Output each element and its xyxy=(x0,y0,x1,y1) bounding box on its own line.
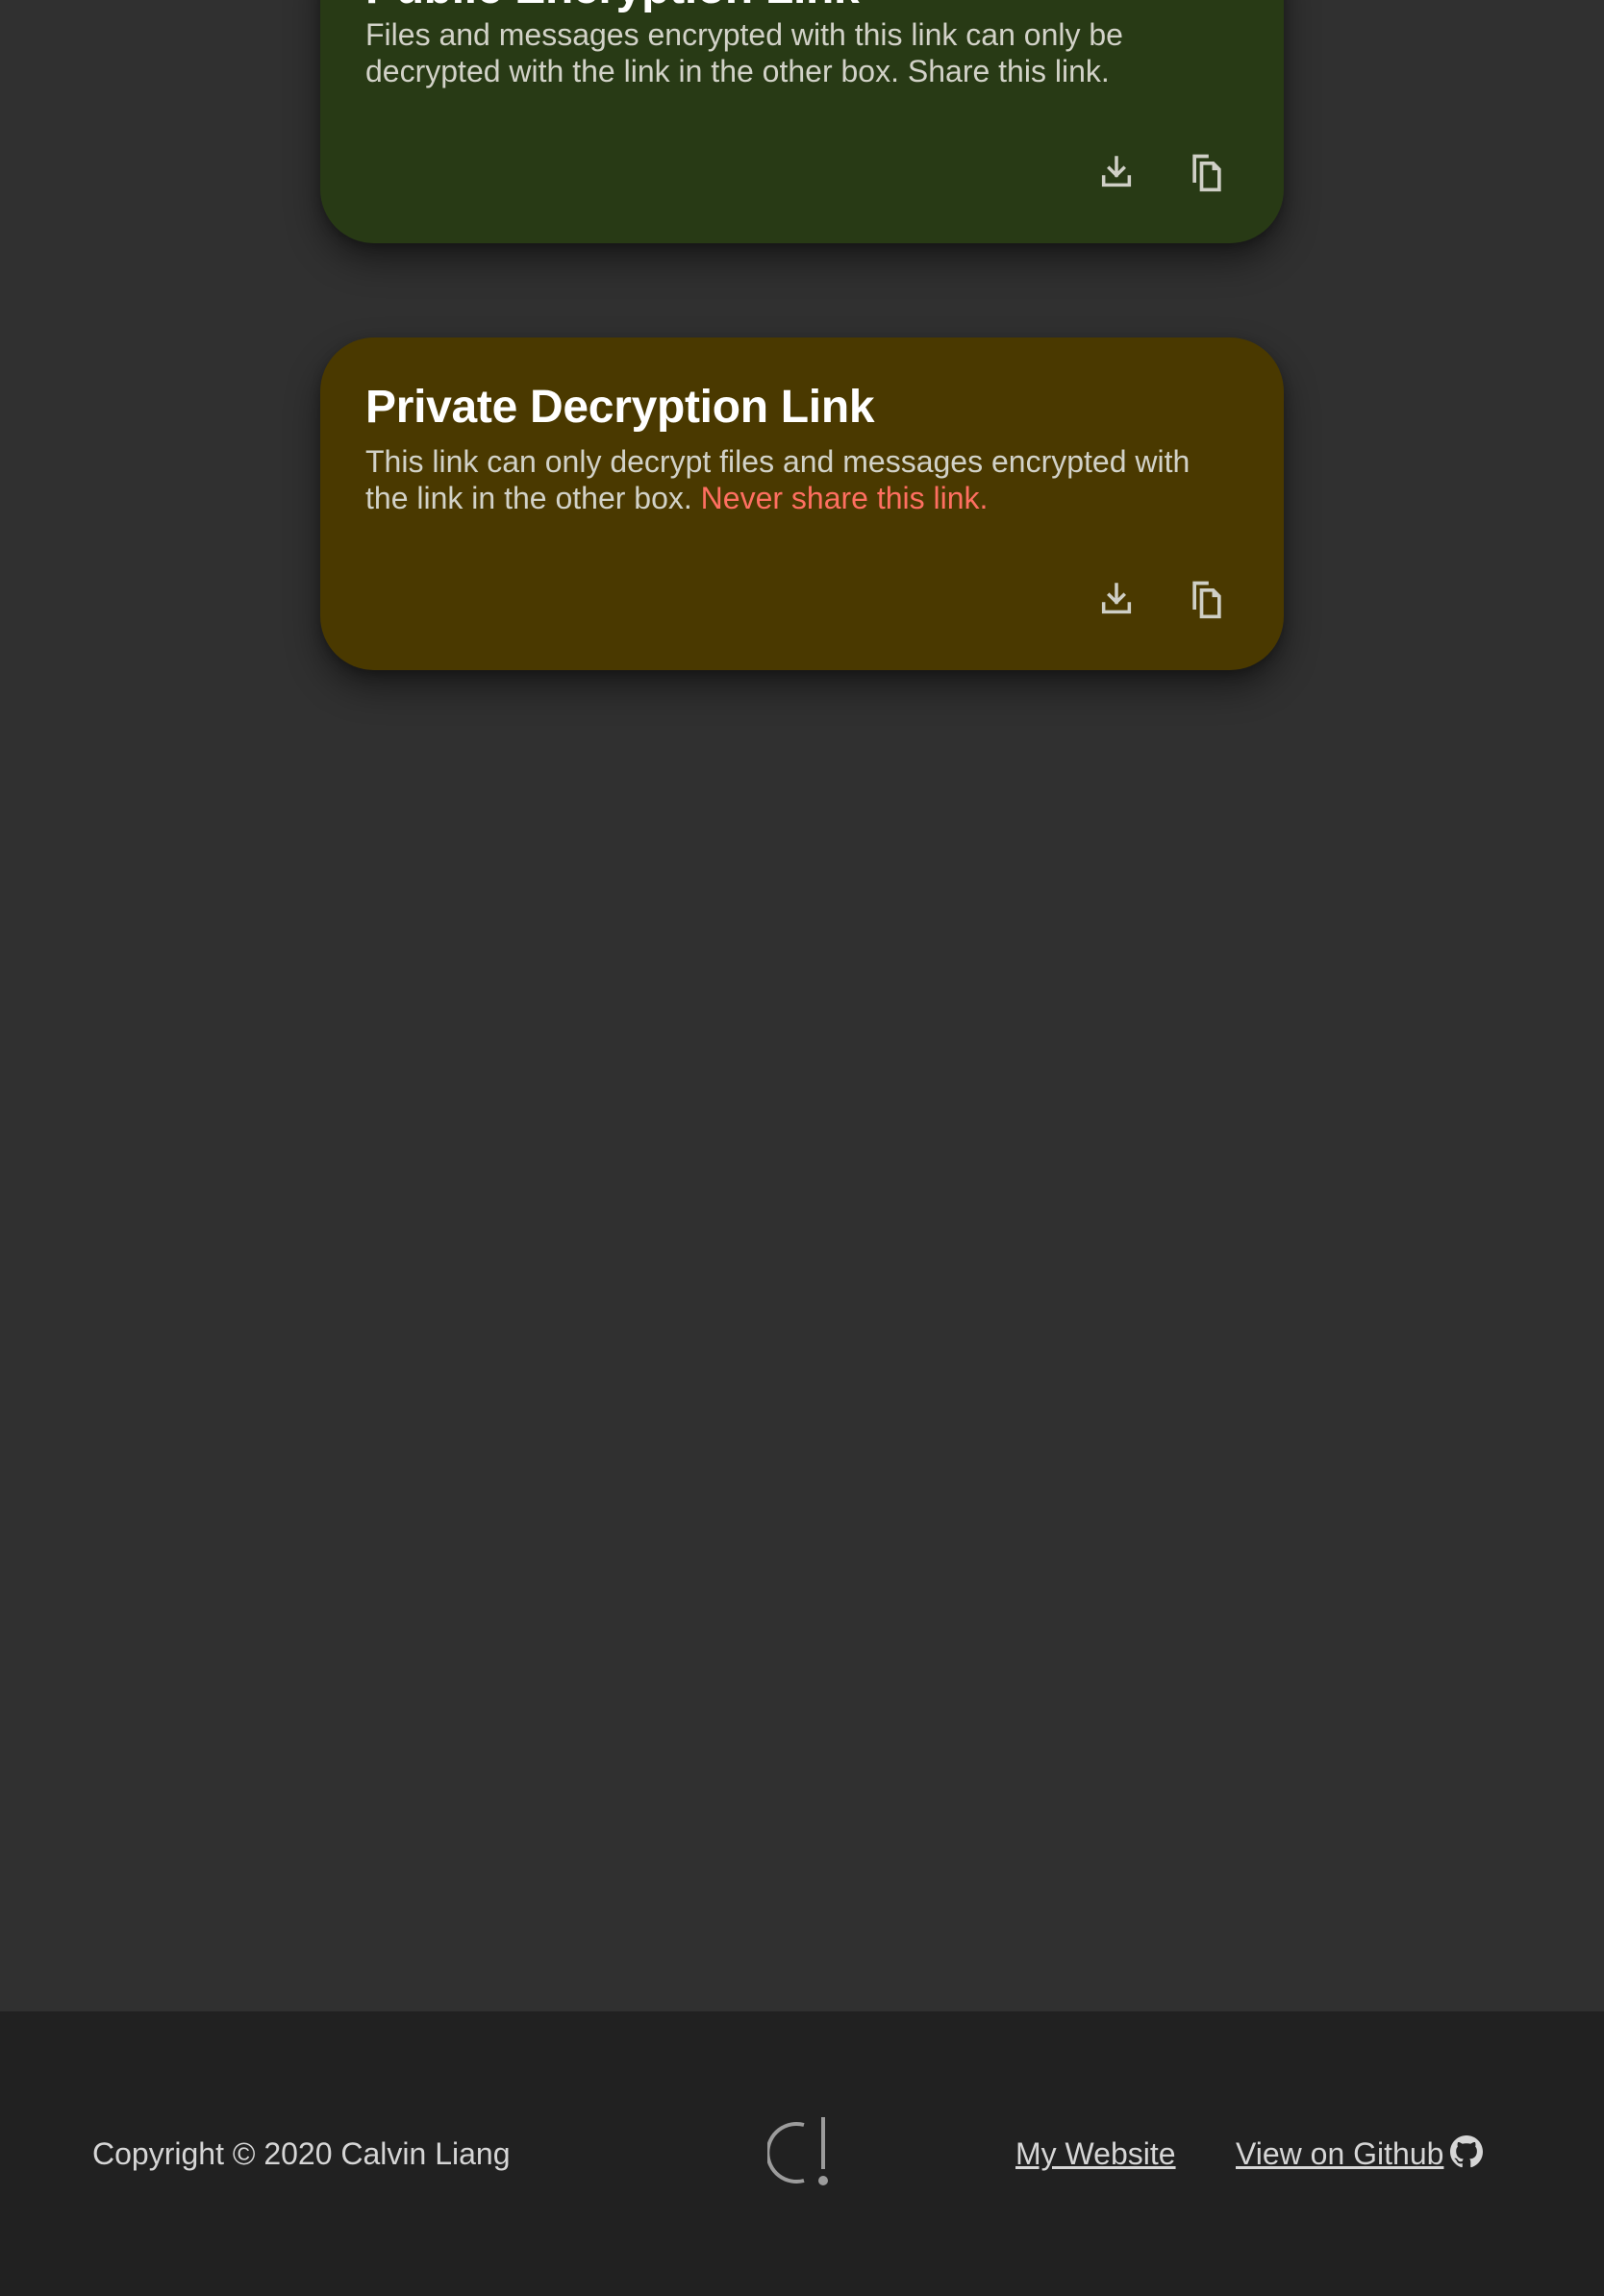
private-card-actions xyxy=(1090,572,1234,626)
private-card-description: This link can only decrypt files and mes… xyxy=(365,443,1231,516)
cl-logo[interactable] xyxy=(767,2113,839,2190)
view-on-github-link[interactable]: View on Github xyxy=(1236,2134,1443,2173)
download-icon xyxy=(1101,156,1132,187)
main-content: Public Encryption Link Files and message… xyxy=(0,0,1604,2011)
my-website-link[interactable]: My Website xyxy=(1015,2134,1176,2173)
page: Public Encryption Link Files and message… xyxy=(0,0,1604,2296)
public-card-description: Files and messages encrypted with this l… xyxy=(365,17,1123,88)
copy-button[interactable] xyxy=(1180,145,1234,199)
copy-button[interactable] xyxy=(1180,572,1234,626)
public-card-actions xyxy=(1090,145,1234,199)
download-button[interactable] xyxy=(1090,145,1143,199)
download-button[interactable] xyxy=(1090,572,1143,626)
copy-icon xyxy=(1192,154,1221,192)
download-icon xyxy=(1101,583,1132,614)
private-card-title: Private Decryption Link xyxy=(365,382,875,433)
public-encryption-card: Public Encryption Link Files and message… xyxy=(320,0,1284,243)
github-icon[interactable] xyxy=(1450,2135,1483,2168)
private-decryption-card: Private Decryption Link This link can on… xyxy=(320,337,1284,670)
copyright-text: Copyright © 2020 Calvin Liang xyxy=(92,2136,511,2171)
public-card-title: Public Encryption Link xyxy=(365,0,860,14)
copy-icon xyxy=(1192,581,1221,619)
private-card-warning: Never share this link. xyxy=(700,481,989,515)
